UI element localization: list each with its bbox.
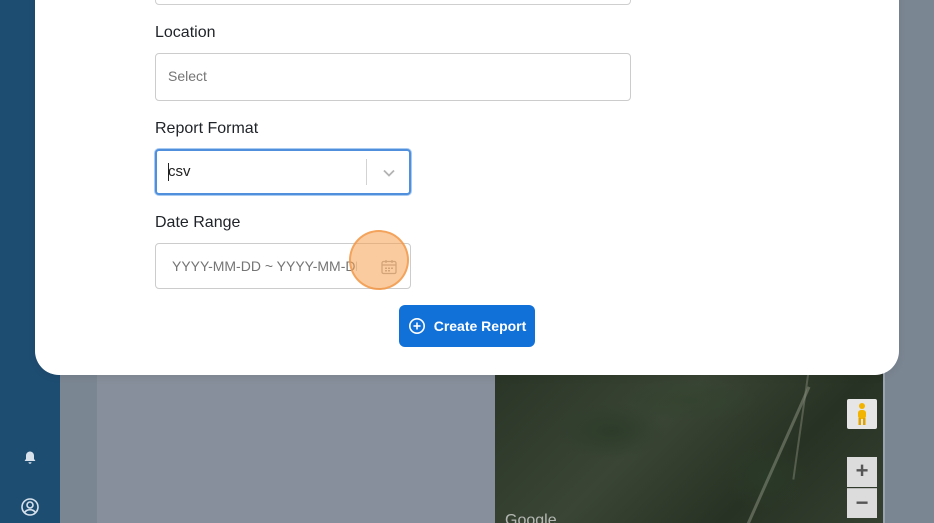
select-separator xyxy=(366,159,367,185)
report-format-select[interactable]: csv xyxy=(155,149,411,195)
text-caret xyxy=(168,163,169,181)
bell-icon[interactable] xyxy=(18,446,42,470)
click-indicator xyxy=(349,230,409,290)
location-placeholder: Select xyxy=(168,68,207,84)
background-list-area xyxy=(97,360,495,523)
chevron-down-icon[interactable] xyxy=(379,163,399,183)
map-zoom-in-button[interactable]: + xyxy=(847,457,877,487)
report-format-value: csv xyxy=(168,163,191,180)
user-circle-icon[interactable] xyxy=(18,495,42,519)
date-range-input[interactable] xyxy=(172,258,357,274)
report-format-label: Report Format xyxy=(155,120,259,137)
previous-field[interactable] xyxy=(155,0,631,5)
map-road xyxy=(792,370,810,480)
location-label: Location xyxy=(155,24,216,41)
location-select[interactable]: Select xyxy=(155,53,631,101)
create-report-button[interactable]: Create Report xyxy=(399,305,535,347)
map-zoom-out-button[interactable]: − xyxy=(847,488,877,518)
create-report-label: Create Report xyxy=(433,318,527,334)
map-attribution: Google xyxy=(505,512,557,523)
satellite-map[interactable] xyxy=(495,370,883,523)
map-road xyxy=(742,386,811,523)
pegman-icon[interactable] xyxy=(847,399,877,429)
date-range-label: Date Range xyxy=(155,214,241,231)
plus-circle-icon xyxy=(408,317,426,335)
